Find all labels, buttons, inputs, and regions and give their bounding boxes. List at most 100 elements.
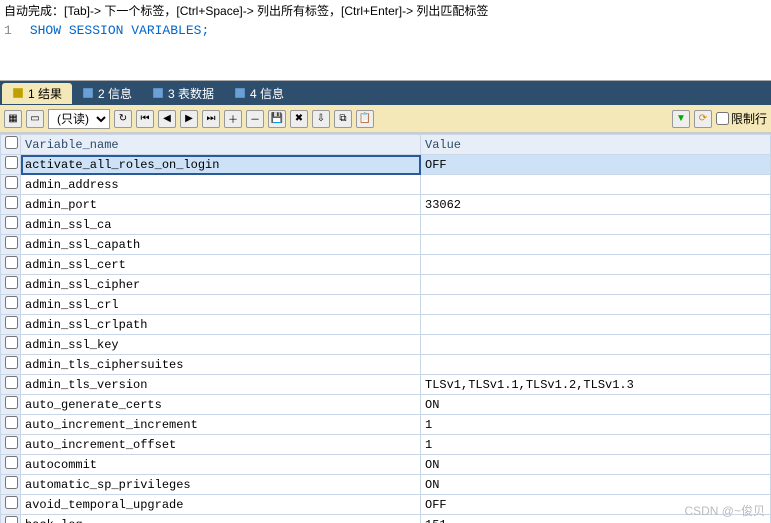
- export-button[interactable]: ⇩: [312, 110, 330, 128]
- cell-variable-name[interactable]: admin_ssl_crlpath: [21, 315, 421, 335]
- sql-editor[interactable]: 1 SHOW SESSION VARIABLES;: [0, 21, 771, 81]
- row-selector[interactable]: [1, 175, 21, 195]
- next-button[interactable]: ▶: [180, 110, 198, 128]
- row-selector[interactable]: [1, 255, 21, 275]
- cell-value[interactable]: ON: [421, 395, 771, 415]
- cell-variable-name[interactable]: automatic_sp_privileges: [21, 475, 421, 495]
- cell-variable-name[interactable]: admin_ssl_ca: [21, 215, 421, 235]
- result-grid[interactable]: Variable_name Value activate_all_roles_o…: [0, 134, 771, 523]
- limit-rows-input[interactable]: [716, 112, 729, 125]
- cell-value[interactable]: [421, 355, 771, 375]
- row-selector[interactable]: [1, 495, 21, 515]
- row-selector[interactable]: [1, 295, 21, 315]
- row-selector[interactable]: [1, 415, 21, 435]
- sort-button[interactable]: ⟳: [694, 110, 712, 128]
- cell-value[interactable]: TLSv1,TLSv1.1,TLSv1.2,TLSv1.3: [421, 375, 771, 395]
- table-row[interactable]: admin_ssl_cert: [1, 255, 771, 275]
- table-row[interactable]: auto_increment_increment1: [1, 415, 771, 435]
- cancel-button[interactable]: ✖: [290, 110, 308, 128]
- cell-value[interactable]: 151: [421, 515, 771, 523]
- cell-value[interactable]: [421, 295, 771, 315]
- cell-variable-name[interactable]: activate_all_roles_on_login: [21, 155, 421, 175]
- col-header-value[interactable]: Value: [421, 135, 771, 155]
- table-row[interactable]: admin_ssl_capath: [1, 235, 771, 255]
- row-selector[interactable]: [1, 515, 21, 523]
- cell-value[interactable]: OFF: [421, 155, 771, 175]
- cell-variable-name[interactable]: admin_ssl_crl: [21, 295, 421, 315]
- result-grid-wrapper[interactable]: Variable_name Value activate_all_roles_o…: [0, 133, 771, 523]
- cell-value[interactable]: ON: [421, 475, 771, 495]
- cell-variable-name[interactable]: admin_ssl_capath: [21, 235, 421, 255]
- row-selector[interactable]: [1, 395, 21, 415]
- cell-variable-name[interactable]: back_log: [21, 515, 421, 523]
- row-checkbox[interactable]: [5, 276, 18, 289]
- row-selector[interactable]: [1, 215, 21, 235]
- cell-value[interactable]: 33062: [421, 195, 771, 215]
- cell-value[interactable]: [421, 235, 771, 255]
- table-row[interactable]: back_log151: [1, 515, 771, 523]
- table-row[interactable]: admin_ssl_ca: [1, 215, 771, 235]
- row-selector[interactable]: [1, 155, 21, 175]
- row-selector-header[interactable]: [1, 135, 21, 155]
- row-checkbox[interactable]: [5, 476, 18, 489]
- delete-row-button[interactable]: －: [246, 110, 264, 128]
- add-row-button[interactable]: ＋: [224, 110, 242, 128]
- cell-value[interactable]: 1: [421, 435, 771, 455]
- row-selector[interactable]: [1, 355, 21, 375]
- cell-variable-name[interactable]: admin_port: [21, 195, 421, 215]
- row-checkbox[interactable]: [5, 416, 18, 429]
- row-checkbox[interactable]: [5, 496, 18, 509]
- row-checkbox[interactable]: [5, 156, 18, 169]
- row-selector[interactable]: [1, 195, 21, 215]
- cell-value[interactable]: ON: [421, 455, 771, 475]
- table-row[interactable]: admin_tls_ciphersuites: [1, 355, 771, 375]
- cell-value[interactable]: 1: [421, 415, 771, 435]
- copy-button[interactable]: ⧉: [334, 110, 352, 128]
- tab-0[interactable]: 1 结果: [2, 83, 72, 104]
- form-view-button[interactable]: ▭: [26, 110, 44, 128]
- limit-rows-checkbox[interactable]: 限制行: [716, 110, 767, 127]
- row-checkbox[interactable]: [5, 456, 18, 469]
- table-row[interactable]: avoid_temporal_upgradeOFF: [1, 495, 771, 515]
- row-checkbox[interactable]: [5, 316, 18, 329]
- table-row[interactable]: admin_address: [1, 175, 771, 195]
- row-checkbox[interactable]: [5, 216, 18, 229]
- cell-value[interactable]: [421, 255, 771, 275]
- row-checkbox[interactable]: [5, 396, 18, 409]
- cell-variable-name[interactable]: auto_increment_increment: [21, 415, 421, 435]
- cell-value[interactable]: [421, 215, 771, 235]
- row-selector[interactable]: [1, 375, 21, 395]
- cell-variable-name[interactable]: admin_ssl_key: [21, 335, 421, 355]
- cell-variable-name[interactable]: admin_address: [21, 175, 421, 195]
- cell-value[interactable]: OFF: [421, 495, 771, 515]
- row-checkbox[interactable]: [5, 236, 18, 249]
- table-row[interactable]: admin_ssl_crl: [1, 295, 771, 315]
- row-selector[interactable]: [1, 315, 21, 335]
- row-selector[interactable]: [1, 335, 21, 355]
- cell-variable-name[interactable]: admin_tls_version: [21, 375, 421, 395]
- cell-variable-name[interactable]: avoid_temporal_upgrade: [21, 495, 421, 515]
- row-selector[interactable]: [1, 235, 21, 255]
- tab-2[interactable]: 3 表数据: [142, 83, 224, 104]
- grid-view-button[interactable]: ▦: [4, 110, 22, 128]
- clip-button[interactable]: 📋: [356, 110, 374, 128]
- cell-value[interactable]: [421, 335, 771, 355]
- save-button[interactable]: 💾: [268, 110, 286, 128]
- row-selector[interactable]: [1, 275, 21, 295]
- cell-variable-name[interactable]: admin_tls_ciphersuites: [21, 355, 421, 375]
- row-selector[interactable]: [1, 475, 21, 495]
- cell-variable-name[interactable]: autocommit: [21, 455, 421, 475]
- row-checkbox[interactable]: [5, 516, 18, 523]
- cell-value[interactable]: [421, 315, 771, 335]
- row-checkbox[interactable]: [5, 356, 18, 369]
- row-checkbox[interactable]: [5, 296, 18, 309]
- table-row[interactable]: auto_increment_offset1: [1, 435, 771, 455]
- tab-3[interactable]: 4 信息: [224, 83, 294, 104]
- table-row[interactable]: auto_generate_certsON: [1, 395, 771, 415]
- cell-variable-name[interactable]: admin_ssl_cert: [21, 255, 421, 275]
- table-row[interactable]: admin_tls_versionTLSv1,TLSv1.1,TLSv1.2,T…: [1, 375, 771, 395]
- table-row[interactable]: autocommitON: [1, 455, 771, 475]
- table-row[interactable]: automatic_sp_privilegesON: [1, 475, 771, 495]
- cell-variable-name[interactable]: auto_generate_certs: [21, 395, 421, 415]
- row-checkbox[interactable]: [5, 196, 18, 209]
